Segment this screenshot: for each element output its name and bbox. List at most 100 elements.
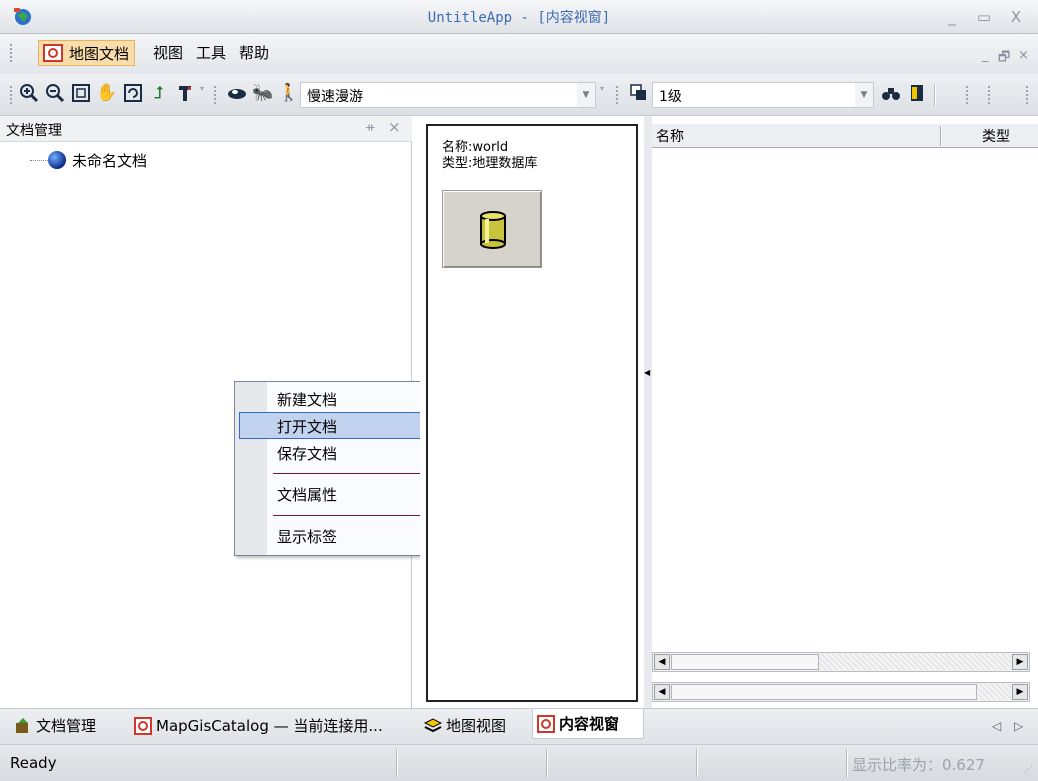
refresh-icon[interactable] xyxy=(122,82,144,104)
map-document-icon xyxy=(43,44,63,62)
toolbar2-overflow-icon[interactable]: ▾ xyxy=(600,84,610,106)
toolbar-grip[interactable] xyxy=(10,86,13,104)
panel-title: 文档管理 xyxy=(6,123,62,139)
pin-icon[interactable]: ᚑ xyxy=(366,120,375,134)
tab-mapgis-catalog[interactable]: MapGisCatalog — 当前连接用... xyxy=(130,713,383,739)
menu-view[interactable]: 视图 xyxy=(148,40,188,66)
scroll-left-button[interactable]: ◀ xyxy=(654,684,670,700)
database-button[interactable] xyxy=(442,190,542,268)
full-extent-icon[interactable] xyxy=(70,82,92,104)
column-header-type[interactable]: 类型 xyxy=(982,126,1010,146)
level-value: 1级 xyxy=(659,89,682,105)
catalog-icon xyxy=(134,717,152,735)
tab-document-manager[interactable]: 文档管理 xyxy=(10,713,96,739)
close-button[interactable]: X xyxy=(1004,6,1028,28)
tool-icon[interactable] xyxy=(174,82,196,104)
chevron-down-icon[interactable]: ▼ xyxy=(577,83,595,107)
status-divider xyxy=(696,749,698,777)
scroll-right-button[interactable]: ▶ xyxy=(1012,654,1028,670)
menu-help[interactable]: 帮助 xyxy=(234,40,274,66)
toolbar3-grip[interactable] xyxy=(616,86,619,104)
globe-icon xyxy=(48,151,66,169)
ctx-label: 保存文档 xyxy=(277,445,338,463)
document-manager-icon xyxy=(16,718,28,733)
toolbar4-grip[interactable] xyxy=(966,86,969,104)
cursor-icon[interactable] xyxy=(226,82,248,104)
menu-label: 地图文档 xyxy=(69,45,130,63)
column-header-name[interactable]: 名称 xyxy=(656,126,684,146)
scroll-thumb[interactable] xyxy=(671,654,819,670)
panel-header: 文档管理 ᚑ × xyxy=(0,116,412,142)
menu-map-document[interactable]: 地图文档 xyxy=(38,40,136,66)
scroll-track[interactable] xyxy=(819,654,1011,670)
roam-speed-select[interactable]: 慢速漫游 ▼ xyxy=(300,82,596,108)
status-divider xyxy=(396,749,398,777)
maximize-button[interactable]: ▭ xyxy=(972,6,996,28)
level-select[interactable]: 1级 ▼ xyxy=(652,82,874,108)
panel-close-icon[interactable]: × xyxy=(388,118,401,136)
zoom-ratio-text: 显示比率为：0.627 xyxy=(852,756,985,774)
toolbar6-grip[interactable] xyxy=(1026,86,1029,104)
resize-grip-icon[interactable]: ⋰ xyxy=(1024,765,1033,775)
scroll-thumb[interactable] xyxy=(671,684,977,700)
mdi-close-button[interactable]: × xyxy=(1018,48,1029,63)
content-detail-frame: 名称:world 类型:地理数据库 xyxy=(420,116,644,708)
mdi-restore-button[interactable]: 🗗 xyxy=(998,48,1010,70)
toolbar: ✋ ⮥ ▾ 🐜 🚶 慢速漫游 ▼ ▾ 1级 ▼ xyxy=(0,74,1038,116)
status-divider xyxy=(846,749,848,777)
binoculars-icon[interactable] xyxy=(880,82,902,104)
mdi-minimize-button[interactable]: _ xyxy=(982,48,989,63)
view-horizontal-scrollbar[interactable]: ◀ ▶ xyxy=(652,682,1030,702)
tab-label: 地图视图 xyxy=(446,717,507,735)
scroll-track[interactable] xyxy=(977,684,1011,700)
status-divider xyxy=(546,749,548,777)
menu-tools[interactable]: 工具 xyxy=(191,40,231,66)
tab-label: 文档管理 xyxy=(36,717,97,735)
ctx-label: 新建文档 xyxy=(277,391,338,409)
type-line: 类型:地理数据库 xyxy=(442,156,538,171)
list-horizontal-scrollbar[interactable]: ◀ ▶ xyxy=(652,652,1030,672)
tree-connector xyxy=(30,160,50,161)
toolbar-overflow-icon[interactable]: ▾ xyxy=(200,84,210,106)
bottom-tab-bar: 文档管理 MapGisCatalog — 当前连接用... 地图视图 内容视窗 … xyxy=(0,708,1038,744)
zoom-in-icon[interactable] xyxy=(18,82,40,104)
content-detail-box: 名称:world 类型:地理数据库 xyxy=(426,124,638,702)
layer-level-icon xyxy=(628,82,650,104)
back-icon[interactable]: ⮥ xyxy=(148,82,170,104)
tab-content-view[interactable]: 内容视窗 xyxy=(532,709,644,739)
tab-label: 内容视窗 xyxy=(559,715,620,733)
tab-map-view[interactable]: 地图视图 xyxy=(420,713,506,739)
ctx-label: 显示标签 xyxy=(277,528,338,546)
chevron-down-icon[interactable]: ▼ xyxy=(855,83,873,107)
scroll-left-button[interactable]: ◀ xyxy=(654,654,670,670)
ctx-label: 文档属性 xyxy=(277,486,338,504)
bookmark-icon[interactable] xyxy=(906,82,928,104)
walk-icon[interactable]: 🚶 xyxy=(278,82,300,104)
minimize-button[interactable]: _ xyxy=(940,6,964,28)
title-bar: UntitleApp - [内容视窗] _ ▭ X xyxy=(0,0,1038,34)
status-text: Ready xyxy=(10,754,57,772)
database-icon xyxy=(480,211,506,249)
menubar-grip[interactable] xyxy=(10,44,13,62)
splitter-arrow-icon[interactable]: ◀ xyxy=(644,368,650,377)
splitter[interactable]: ◀ xyxy=(644,116,652,708)
tab-scroll-left-icon[interactable]: ◁ xyxy=(992,719,1001,733)
scroll-right-button[interactable]: ▶ xyxy=(1012,684,1028,700)
tab-label: MapGisCatalog — 当前连接用... xyxy=(156,717,383,735)
menu-bar: 地图文档 视图 工具 帮助 _ 🗗 × xyxy=(0,34,1038,74)
zoom-out-icon[interactable] xyxy=(44,82,66,104)
toolbar2-grip[interactable] xyxy=(214,86,217,104)
content-view-icon xyxy=(537,715,555,733)
column-divider[interactable] xyxy=(940,126,942,146)
tree-item-untitled-document[interactable]: 未命名文档 xyxy=(72,150,147,171)
name-line: 名称:world xyxy=(442,140,509,155)
map-view-icon xyxy=(424,718,442,733)
ant-icon[interactable]: 🐜 xyxy=(252,82,274,104)
ctx-label: 打开文档 xyxy=(277,418,338,436)
toolbar-separator xyxy=(934,84,936,106)
roam-speed-value: 慢速漫游 xyxy=(307,89,363,105)
toolbar5-grip[interactable] xyxy=(988,86,991,104)
pan-hand-icon[interactable]: ✋ xyxy=(96,82,118,104)
tab-scroll-right-icon[interactable]: ▷ xyxy=(1014,719,1023,733)
content-list-pane: 名称 类型 ◀ ▶ ◀ ▶ xyxy=(652,116,1038,708)
